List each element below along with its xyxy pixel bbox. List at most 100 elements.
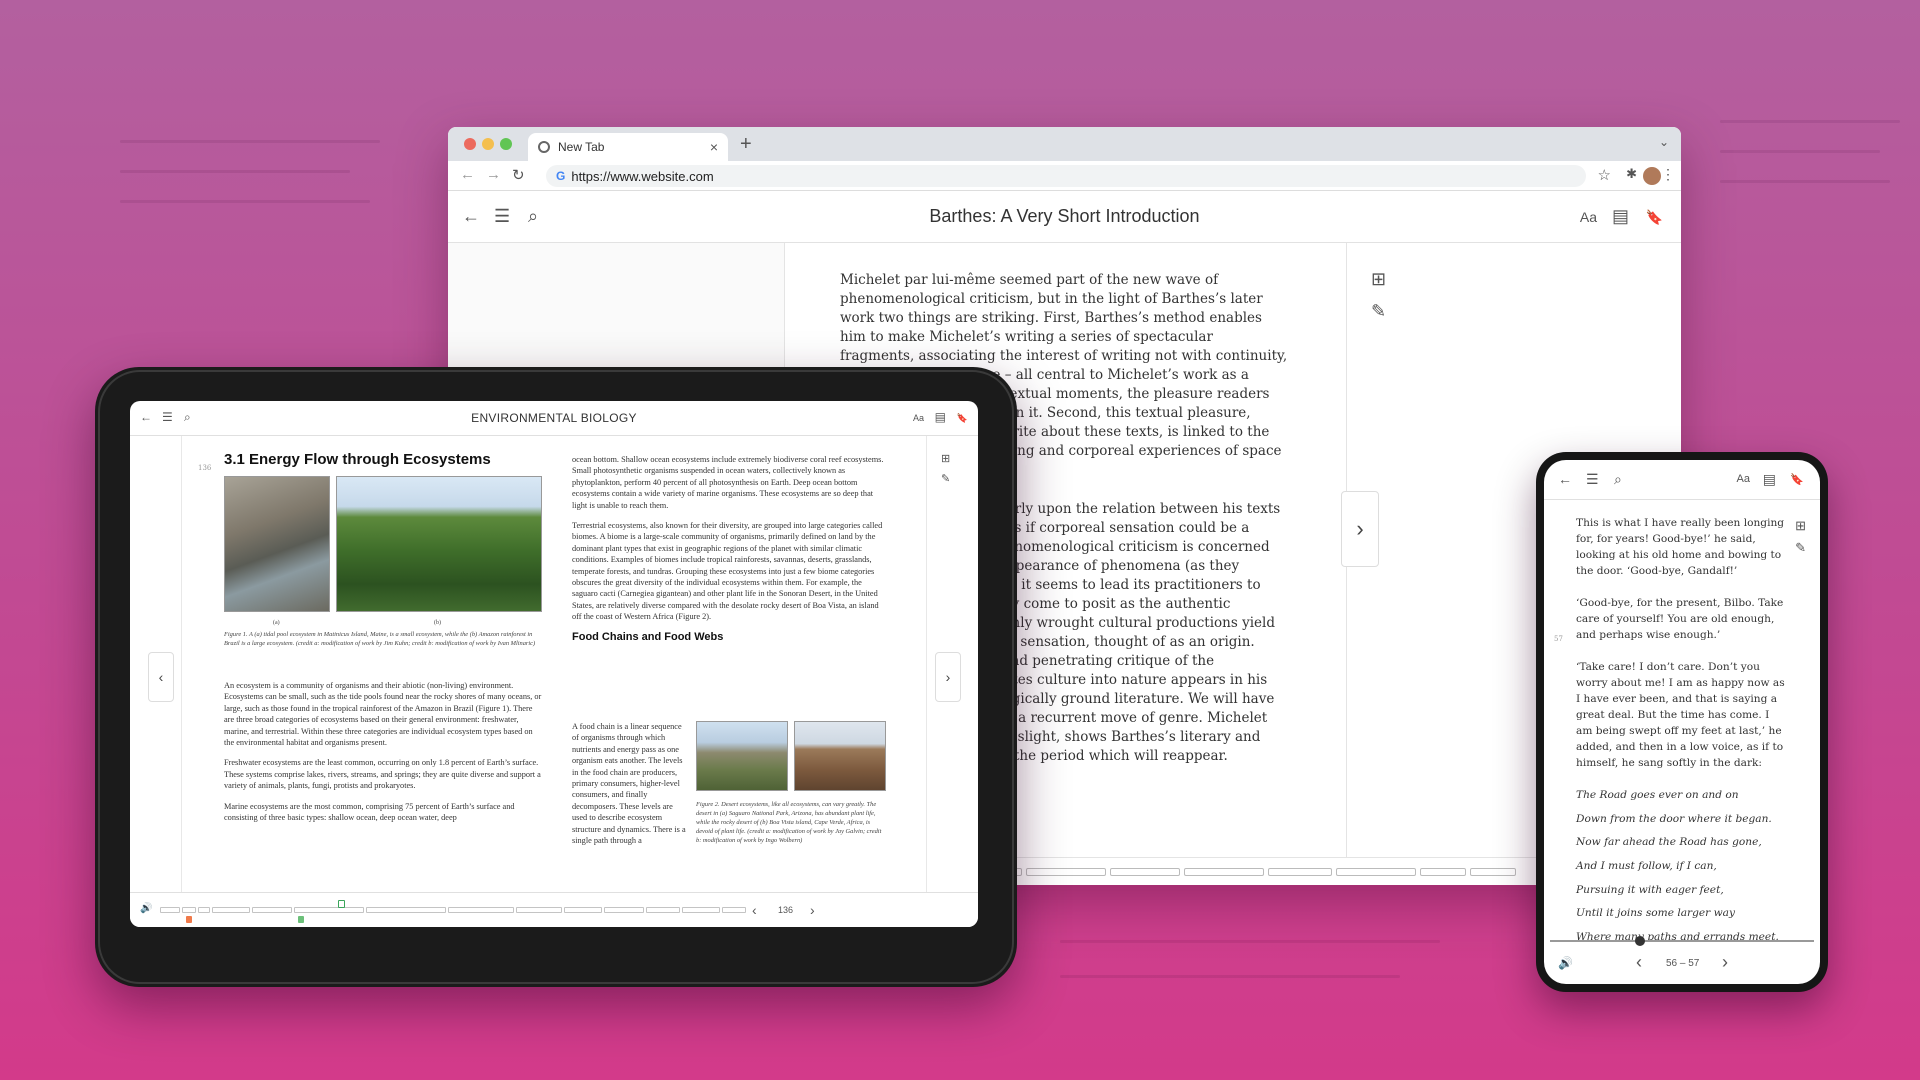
volume-icon[interactable]: 🔊 (1558, 956, 1573, 970)
bookmark-star-icon[interactable]: ☆ (1598, 166, 1611, 184)
verse-line: Pursuing it with eager feet, (1576, 883, 1724, 896)
chevron-left-icon: ‹ (158, 669, 164, 685)
progress-segment[interactable] (1420, 868, 1466, 876)
progress-segment[interactable] (646, 907, 680, 913)
extensions-icon[interactable]: ✱ (1626, 166, 1637, 182)
progress-segment[interactable] (1336, 868, 1416, 876)
right-text-column: ocean bottom. Shallow ocean ecosystems i… (572, 454, 884, 651)
progress-segment[interactable] (1184, 868, 1264, 876)
volume-icon[interactable]: 🔊 (140, 903, 152, 914)
minimize-window-button[interactable] (482, 138, 494, 150)
progress-segment[interactable] (564, 907, 602, 913)
page-margin-number: 136 (198, 464, 212, 472)
notes-icon[interactable]: ▤ (1612, 206, 1629, 227)
progress-segment[interactable] (198, 907, 210, 913)
table-of-contents-icon[interactable]: ☰ (494, 206, 510, 227)
notes-icon[interactable]: ▤ (935, 410, 946, 424)
progress-segment[interactable] (1268, 868, 1332, 876)
book-title: ENVIRONMENTAL BIOLOGY (471, 411, 637, 425)
progress-slider-handle[interactable] (1634, 936, 1645, 946)
verse-line: Now far ahead the Road has gone, (1576, 836, 1762, 849)
tab-search-chevron-icon[interactable]: ⌄ (1659, 135, 1669, 149)
forward-arrow-icon[interactable]: → (486, 166, 501, 183)
table-of-contents-icon[interactable]: ☰ (1586, 471, 1599, 488)
progress-segment[interactable] (366, 907, 446, 913)
browser-tab[interactable]: New Tab × (528, 133, 728, 161)
font-settings-icon[interactable]: Aa (1737, 473, 1750, 485)
bookmark-icon[interactable]: 🔖 (1646, 209, 1663, 226)
progress-segment[interactable] (516, 907, 562, 913)
maximize-window-button[interactable] (500, 138, 512, 150)
tablet-reader-footer: 🔊 ‹ 136 › (130, 892, 978, 927)
progress-segment[interactable] (1026, 868, 1106, 876)
previous-page-icon[interactable]: ‹ (752, 902, 757, 918)
progress-segment[interactable] (252, 907, 292, 913)
background-line (1720, 150, 1880, 153)
progress-segment[interactable] (722, 907, 746, 913)
left-text-column: 3.1 Energy Flow through Ecosystems (224, 452, 542, 469)
left-body-text: An ecosystem is a community of organisms… (224, 680, 542, 832)
paragraph: ocean bottom. Shallow ocean ecosystems i… (572, 455, 884, 510)
url-text: https://www.website.com (571, 168, 714, 184)
table-of-contents-icon[interactable]: ☰ (162, 410, 173, 424)
back-icon[interactable]: ← (462, 206, 480, 227)
tablet-device: ← ☰ ⌕ ENVIRONMENTAL BIOLOGY Aa ▤ 🔖 ‹ ⊞ ✎… (95, 367, 1017, 987)
reading-progress-slider[interactable] (1550, 940, 1814, 942)
progress-segment[interactable] (604, 907, 644, 913)
progress-segment[interactable] (294, 907, 364, 913)
page-margin-number: 57 (1554, 635, 1563, 643)
highlight-marker[interactable] (298, 916, 304, 923)
next-page-button[interactable]: › (935, 652, 961, 702)
back-icon[interactable]: ← (140, 410, 152, 424)
reload-icon[interactable]: ↻ (512, 166, 525, 184)
close-window-button[interactable] (464, 138, 476, 150)
add-note-icon[interactable]: ⊞ (941, 452, 950, 465)
highlight-pen-icon[interactable]: ✎ (1371, 301, 1386, 322)
verse-line: Down from the door where it began. (1576, 812, 1772, 825)
progress-segment[interactable] (182, 907, 196, 913)
bookmark-icon[interactable]: 🔖 (957, 413, 968, 424)
search-icon[interactable]: ⌕ (1614, 471, 1622, 488)
font-settings-icon[interactable]: Aa (913, 413, 924, 423)
paragraph: ‘Take care! I don’t care. Don’t you worr… (1576, 661, 1785, 769)
font-settings-icon[interactable]: Aa (1580, 209, 1597, 225)
add-note-icon[interactable]: ⊞ (1795, 518, 1806, 534)
notes-icon[interactable]: ▤ (1763, 471, 1776, 488)
rainforest-photo (336, 476, 542, 612)
highlight-pen-icon[interactable]: ✎ (941, 472, 950, 485)
profile-avatar[interactable] (1643, 167, 1661, 185)
progress-segment[interactable] (160, 907, 180, 913)
browser-menu-icon[interactable]: ⋮ (1661, 166, 1675, 183)
bookmark-icon[interactable]: 🔖 (1790, 473, 1804, 486)
chrome-icon (538, 141, 550, 153)
next-page-icon[interactable]: › (1722, 952, 1728, 973)
new-tab-button[interactable]: + (740, 133, 752, 156)
previous-page-button[interactable]: ‹ (148, 652, 174, 702)
url-field[interactable]: G https://www.website.com (546, 165, 1586, 187)
current-position-marker[interactable] (338, 900, 345, 908)
progress-segment[interactable] (212, 907, 250, 913)
background-line (1060, 975, 1400, 978)
paragraph: An ecosystem is a community of organisms… (224, 681, 542, 748)
phone-screen: ← ☰ ⌕ Aa ▤ 🔖 ⊞ ✎ 57 This is what I have … (1544, 460, 1820, 984)
back-arrow-icon[interactable]: ← (460, 166, 475, 183)
page-number: 136 (778, 905, 794, 915)
background-line (120, 140, 380, 143)
next-page-button[interactable]: › (1341, 491, 1379, 567)
progress-segment[interactable] (1110, 868, 1180, 876)
background-line (1720, 180, 1890, 183)
bookmark-marker[interactable] (186, 916, 192, 923)
close-tab-icon[interactable]: × (710, 139, 718, 155)
highlight-pen-icon[interactable]: ✎ (1795, 540, 1806, 556)
add-note-icon[interactable]: ⊞ (1371, 269, 1386, 290)
figure-2-caption: Figure 2. Desert ecosystems, like all ec… (696, 801, 882, 844)
previous-page-icon[interactable]: ‹ (1636, 952, 1642, 973)
back-icon[interactable]: ← (1558, 471, 1572, 487)
search-icon[interactable]: ⌕ (184, 410, 191, 425)
search-icon[interactable]: ⌕ (528, 206, 538, 227)
progress-segment[interactable] (448, 907, 514, 913)
next-page-icon[interactable]: › (810, 902, 815, 918)
progress-segment[interactable] (682, 907, 720, 913)
photo-label-b: (b) (434, 620, 441, 626)
progress-segment[interactable] (1470, 868, 1516, 876)
